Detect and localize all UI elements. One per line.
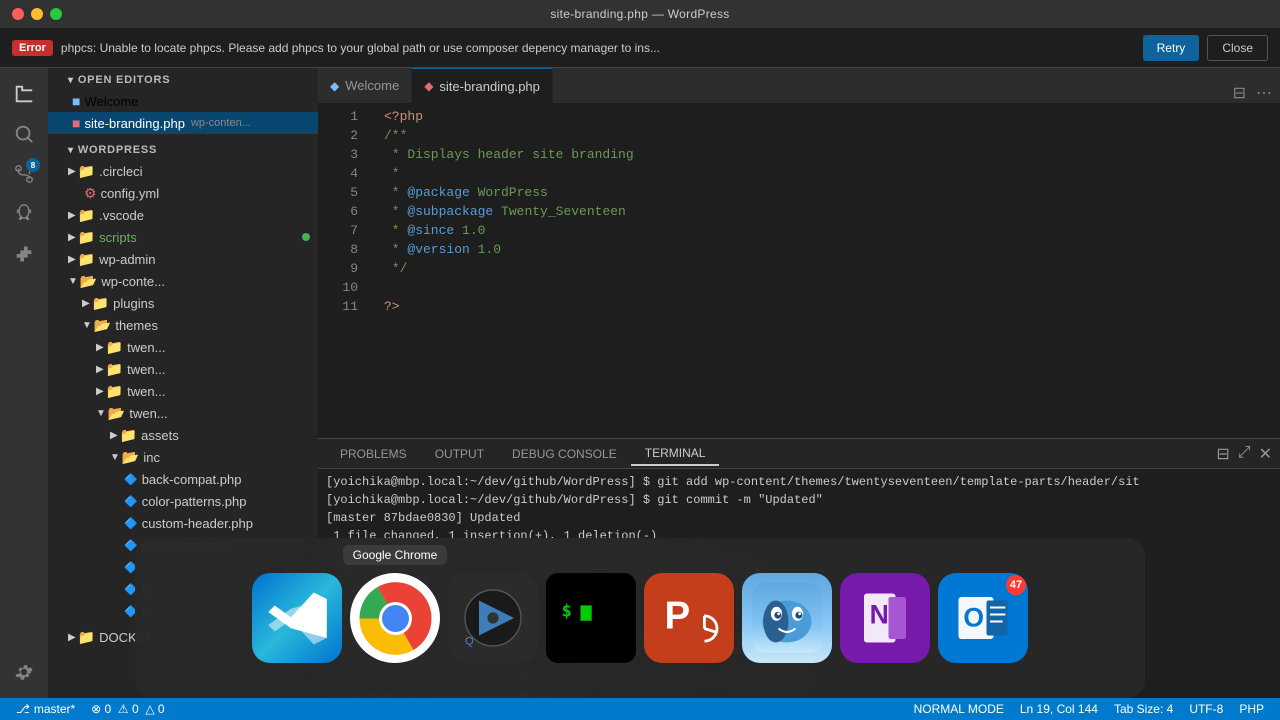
- svg-text:Q: Q: [465, 636, 474, 648]
- tree-item-assets[interactable]: ▶ 📁 assets: [48, 424, 318, 446]
- tab-welcome[interactable]: ◆ Welcome: [318, 68, 412, 103]
- tree-item-wp-admin[interactable]: ▶ 📁 wp-admin: [48, 248, 318, 270]
- activity-bar: 8: [0, 68, 48, 698]
- chrome-tooltip: Google Chrome: [343, 545, 448, 565]
- error-message: phpcs: Unable to locate phpcs. Please ad…: [61, 41, 1135, 55]
- chrome-app-icon: [350, 573, 440, 663]
- outlook-app-icon: O 47: [938, 573, 1028, 663]
- bottom-tab-actions: ⊟ ⤢ ✕: [1216, 444, 1272, 464]
- editor-tabs: ◆ Welcome ◆ site-branding.php ⊟ ⋯: [318, 68, 1280, 103]
- svg-text:N: N: [870, 600, 889, 630]
- tree-item-color-patterns[interactable]: 🔷 color-patterns.php: [48, 490, 318, 512]
- tree-item-custom-header[interactable]: 🔷 custom-header.php: [48, 512, 318, 534]
- terminal-close-icon[interactable]: ✕: [1259, 444, 1272, 464]
- terminal-line: [yoichika@mbp.local:~/dev/github/WordPre…: [326, 491, 1272, 509]
- sidebar-item-site-branding[interactable]: ■ site-branding.php wp-conten...: [48, 112, 318, 134]
- onenote-app-icon: N: [840, 573, 930, 663]
- tree-item-inc[interactable]: ▼ 📂 inc: [48, 446, 318, 468]
- close-button[interactable]: [12, 8, 24, 20]
- tab-site-branding[interactable]: ◆ site-branding.php: [412, 68, 553, 103]
- terminal-line: [master 87bdae0830] Updated: [326, 509, 1272, 527]
- debug-console-tab[interactable]: DEBUG CONSOLE: [498, 443, 631, 465]
- settings-activity-icon[interactable]: [6, 654, 42, 690]
- search-activity-icon[interactable]: [6, 116, 42, 152]
- status-tab-size[interactable]: Tab Size: 4: [1106, 698, 1181, 720]
- tree-item-wp-content[interactable]: ▼ 📂 wp-conte...: [48, 270, 318, 292]
- source-control-activity-icon[interactable]: 8: [6, 156, 42, 192]
- bottom-tabs: PROBLEMS OUTPUT DEBUG CONSOLE TERMINAL ⊟…: [318, 439, 1280, 469]
- dock-item-onenote[interactable]: N: [840, 573, 930, 663]
- minimize-button[interactable]: [31, 8, 43, 20]
- tree-item-twen2[interactable]: ▶ 📁 twen...: [48, 358, 318, 380]
- dock-item-terminal[interactable]: $: [546, 573, 636, 663]
- dock-overlay: Google Chrome: [135, 538, 1145, 698]
- line-numbers: 12345 678910 11: [318, 103, 368, 438]
- sidebar-item-welcome[interactable]: ■ Welcome: [48, 90, 318, 112]
- finder-app-icon: [742, 573, 832, 663]
- branch-icon: ⎇: [16, 702, 30, 716]
- wordpress-header[interactable]: ▾ WORDPRESS: [48, 138, 318, 160]
- powerpoint-app-icon: P: [644, 573, 734, 663]
- terminal-tab[interactable]: TERMINAL: [631, 442, 720, 466]
- dock-item-vscode[interactable]: [252, 573, 342, 663]
- error-banner: Error phpcs: Unable to locate phpcs. Ple…: [0, 28, 1280, 68]
- terminal-line: [yoichika@mbp.local:~/dev/github/WordPre…: [326, 473, 1272, 491]
- quickplayer-app-icon: Q: [448, 573, 538, 663]
- vscode-app-icon: [252, 573, 342, 663]
- extensions-activity-icon[interactable]: [6, 236, 42, 272]
- split-editor-icon[interactable]: ⊟: [1233, 83, 1246, 103]
- code-content[interactable]: <?php /** * Displays header site brandin…: [368, 103, 1266, 438]
- status-language[interactable]: PHP: [1231, 698, 1272, 720]
- retry-button[interactable]: Retry: [1143, 35, 1200, 61]
- svg-text:P: P: [665, 595, 691, 638]
- svg-text:$: $: [562, 601, 572, 621]
- close-banner-button[interactable]: Close: [1207, 35, 1268, 61]
- window-title: site-branding.php — WordPress: [550, 7, 729, 21]
- code-editor: 12345 678910 11 <?php /** * Displays hea…: [318, 103, 1280, 438]
- debug-activity-icon[interactable]: [6, 196, 42, 232]
- error-badge: Error: [12, 40, 53, 56]
- more-options-icon[interactable]: ⋯: [1256, 83, 1272, 103]
- php-tab-icon: ◆: [424, 79, 433, 93]
- tree-item-back-compat[interactable]: 🔷 back-compat.php: [48, 468, 318, 490]
- status-encoding[interactable]: UTF-8: [1181, 698, 1231, 720]
- dock-item-powerpoint[interactable]: P: [644, 573, 734, 663]
- output-tab[interactable]: OUTPUT: [421, 443, 498, 465]
- terminal-app-icon: $: [546, 573, 636, 663]
- dock-icons: Google Chrome: [232, 573, 1048, 663]
- tree-item-twen4[interactable]: ▼ 📂 twen...: [48, 402, 318, 424]
- tree-item-themes[interactable]: ▼ 📂 themes: [48, 314, 318, 336]
- tree-item-config-yml[interactable]: ⚙ config.yml: [48, 182, 318, 204]
- dock-item-finder[interactable]: [742, 573, 832, 663]
- status-errors[interactable]: ⊗ 0 ⚠ 0 △ 0: [83, 698, 172, 720]
- problems-tab[interactable]: PROBLEMS: [326, 443, 421, 465]
- editor-toolbar-icons: ⊟ ⋯: [1233, 83, 1280, 103]
- tree-item-circleci[interactable]: ▶ 📁 .circleci: [48, 160, 318, 182]
- svg-text:O: O: [963, 602, 984, 632]
- dock-item-outlook[interactable]: O 47: [938, 573, 1028, 663]
- tree-item-vscode[interactable]: ▶ 📁 .vscode: [48, 204, 318, 226]
- status-branch[interactable]: ⎇ master*: [8, 698, 83, 720]
- tree-item-scripts[interactable]: ▶ 📁 scripts: [48, 226, 318, 248]
- editor-scrollbar[interactable]: [1266, 103, 1280, 438]
- dock-item-quickplayer[interactable]: Q: [448, 573, 538, 663]
- maximize-button[interactable]: [50, 8, 62, 20]
- traffic-lights: [12, 8, 62, 20]
- outlook-badge: 47: [1006, 575, 1026, 595]
- status-line-col[interactable]: Ln 19, Col 144: [1012, 698, 1106, 720]
- terminal-split-icon[interactable]: ⊟: [1216, 444, 1229, 464]
- explorer-activity-icon[interactable]: [6, 76, 42, 112]
- status-bar: ⎇ master* ⊗ 0 ⚠ 0 △ 0 NORMAL MODE Ln 19,…: [0, 698, 1280, 720]
- title-bar: site-branding.php — WordPress: [0, 0, 1280, 28]
- tree-item-twen3[interactable]: ▶ 📁 twen...: [48, 380, 318, 402]
- welcome-tab-icon: ◆: [330, 79, 339, 93]
- dock-item-chrome[interactable]: Google Chrome: [350, 573, 440, 663]
- status-mode[interactable]: NORMAL MODE: [906, 698, 1012, 720]
- source-control-badge: 8: [26, 158, 40, 172]
- open-editors-header[interactable]: ▾ OPEN EDITORS: [48, 68, 318, 90]
- terminal-maximize-icon[interactable]: ⤢: [1238, 444, 1251, 464]
- tree-item-plugins[interactable]: ▶ 📁 plugins: [48, 292, 318, 314]
- tree-item-twen1[interactable]: ▶ 📁 twen...: [48, 336, 318, 358]
